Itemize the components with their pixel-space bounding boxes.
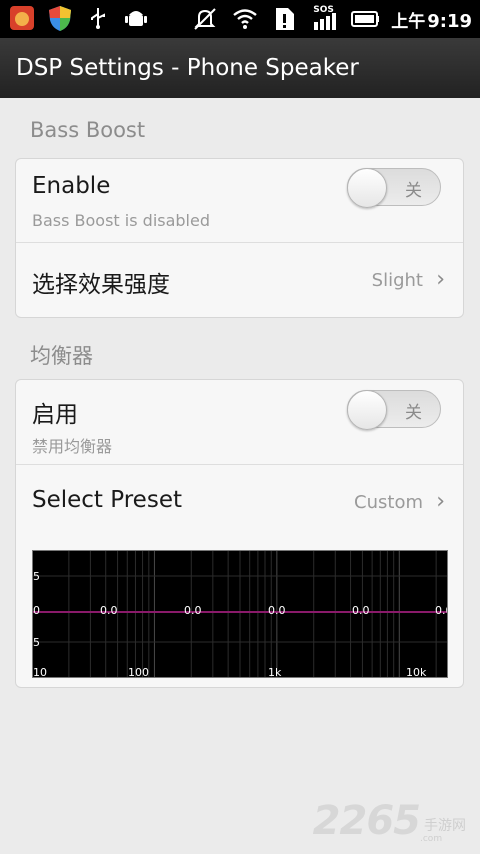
watermark-tag: 手游网 [424,818,466,834]
eq-x-label: 1k [268,666,282,678]
bass-boost-card: Enable Bass Boost is disabled 关 选择效果强度 S… [15,158,464,318]
toggle-off-label: 关 [405,181,422,201]
eq-band-value: 0.0 [100,604,118,617]
app-notification-icon [8,4,36,32]
equalizer-preset-value: Custom [354,492,423,513]
clock-time: 9:19 [427,10,472,32]
equalizer-enable-summary: 禁用均衡器 [32,437,113,456]
bass-boost-strength-value: Slight [371,270,423,291]
eq-y-label: 0 [33,604,40,617]
bass-boost-strength-row[interactable]: 选择效果强度 Slight › [16,242,463,317]
watermark-domain: .com [420,834,443,844]
eq-y-label: 5 [33,570,40,583]
equalizer-toggle[interactable]: 关 [347,390,441,430]
bass-boost-toggle[interactable]: 关 [347,168,441,208]
eq-band-value: 0.0 [352,604,370,617]
watermark-number: 2265 [312,798,421,844]
bass-boost-strength-label: 选择效果强度 [32,272,170,298]
clock: 上午 9:19 [391,7,472,32]
section-header-equalizer: 均衡器 [30,344,93,368]
toggle-knob [347,390,387,430]
eq-x-label: 10 [33,666,47,678]
wifi-icon [231,5,259,33]
equalizer-card: 启用 禁用均衡器 关 Select Preset Custom › 5 0 5 0.0… [15,379,464,688]
usb-icon [84,4,112,32]
equalizer-enable-label: 启用 [32,402,78,428]
section-header-bass-boost: Bass Boost [30,118,146,142]
chevron-right-icon: › [436,267,445,292]
bass-boost-enable-label: Enable [32,173,111,199]
bass-boost-enable-summary: Bass Boost is disabled [32,211,210,230]
sos-label: SOS [313,5,334,15]
bass-boost-enable-row[interactable]: Enable Bass Boost is disabled 关 [16,159,463,242]
equalizer-preset-label: Select Preset [32,487,182,513]
silent-mode-icon [191,5,219,33]
android-debug-icon [122,4,150,32]
equalizer-enable-row[interactable]: 启用 禁用均衡器 关 [16,380,463,464]
equalizer-graph-canvas: 5 0 5 0.0 0.0 0.0 0.0 0.0 10 100 1k 10k [32,550,448,678]
battery-icon [351,5,380,33]
clock-ampm: 上午 [391,11,426,32]
sim-alert-icon [271,5,299,33]
equalizer-graph[interactable]: 5 0 5 0.0 0.0 0.0 0.0 0.0 10 100 1k 10k [32,550,448,678]
eq-band-value: 0.0 [268,604,286,617]
equalizer-preset-row[interactable]: Select Preset Custom › [16,464,463,539]
eq-x-label: 10k [406,666,427,678]
toggle-knob [347,168,387,208]
eq-band-value: 0.0 [184,604,202,617]
toggle-off-label: 关 [405,403,422,423]
signal-sos-icon: SOS [311,5,339,33]
chevron-right-icon: › [436,489,445,514]
eq-band-value: 0.0 [435,604,448,617]
eq-y-label: 5 [33,636,40,649]
page-title: DSP Settings - Phone Speaker [0,38,480,98]
status-bar: SOS 上午 9:19 [0,0,480,38]
shield-icon [46,4,74,32]
watermark: 2265 手游网 .com [313,798,466,844]
eq-x-label: 100 [128,666,149,678]
